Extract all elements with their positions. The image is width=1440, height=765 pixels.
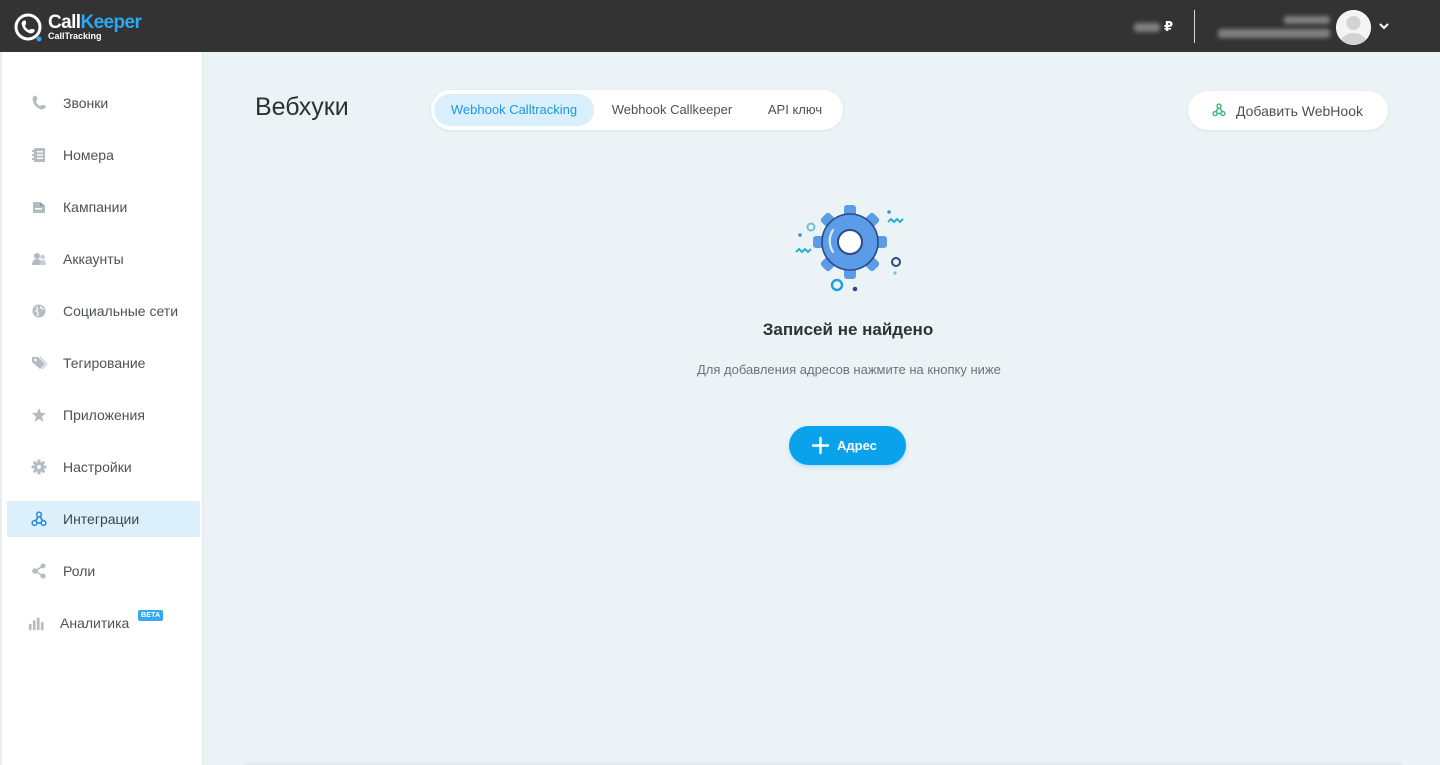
logo-keeper-text: Keeper bbox=[80, 12, 142, 33]
empty-state-title: Записей не найдено bbox=[762, 320, 934, 339]
accounts-icon bbox=[32, 253, 46, 265]
sidebar-item-label: Аналитика bbox=[60, 615, 130, 631]
sidebar-item-integrations[interactable]: Интеграции bbox=[7, 501, 200, 537]
globe-icon bbox=[32, 304, 46, 318]
sidebar-item-tagging[interactable]: Тегирование bbox=[7, 345, 200, 381]
sidebar-item-label: Номера bbox=[63, 147, 114, 163]
webhook-icon bbox=[1212, 103, 1226, 117]
sidebar-item-label: Интеграции bbox=[63, 511, 140, 527]
share-icon bbox=[32, 563, 46, 579]
empty-state-gear-illustration bbox=[795, 205, 904, 292]
tag-icon bbox=[32, 356, 47, 370]
page-title: Вебхуки bbox=[255, 93, 349, 121]
bar-chart-icon bbox=[28, 617, 44, 631]
user-info[interactable] bbox=[1212, 14, 1330, 42]
chevron-down-icon[interactable] bbox=[1379, 22, 1389, 30]
add-address-label: Адрес bbox=[837, 438, 877, 453]
add-webhook-button[interactable]: Добавить WebHook bbox=[1188, 91, 1388, 130]
sidebar-item-apps[interactable]: Приложения bbox=[7, 397, 200, 433]
sidebar-item-label: Настройки bbox=[63, 459, 132, 475]
user-avatar-icon bbox=[1336, 10, 1371, 45]
bottom-shadow bbox=[243, 760, 1403, 765]
logo-subtitle: CallTracking bbox=[48, 31, 102, 41]
balance-currency: ₽ bbox=[1164, 19, 1174, 34]
sidebar-item-calls[interactable]: Звонки bbox=[7, 85, 200, 121]
top-bar: CallKeeper CallTracking ₽ bbox=[0, 0, 1440, 52]
sidebar-item-label: Кампании bbox=[63, 199, 128, 215]
main-content: Вебхуки Webhook Calltracking Webhook Cal… bbox=[203, 52, 1440, 765]
tab-webhook-calltracking[interactable]: Webhook Calltracking bbox=[434, 94, 594, 126]
sidebar: Звонки Номера Кампании Аккаунты Социальн… bbox=[0, 52, 203, 765]
sidebar-item-accounts[interactable]: Аккаунты bbox=[7, 241, 200, 277]
sidebar-item-label: Звонки bbox=[63, 95, 109, 111]
user-email-blurred bbox=[1218, 29, 1330, 38]
sidebar-item-label: Приложения bbox=[63, 407, 145, 423]
sidebar-item-analytics[interactable]: Аналитика BETA bbox=[7, 605, 200, 641]
sidebar-item-label: Тегирование bbox=[63, 355, 146, 371]
sidebar-item-social[interactable]: Социальные сети bbox=[7, 293, 200, 329]
sidebar-item-label: Аккаунты bbox=[63, 251, 124, 267]
sidebar-item-settings[interactable]: Настройки bbox=[7, 449, 200, 485]
sidebar-item-roles[interactable]: Роли bbox=[7, 553, 200, 589]
phone-logo-icon bbox=[14, 13, 42, 42]
star-icon bbox=[32, 408, 46, 422]
avatar[interactable] bbox=[1336, 10, 1371, 45]
sidebar-item-campaigns[interactable]: Кампании bbox=[7, 189, 200, 225]
tab-webhook-callkeeper[interactable]: Webhook Callkeeper bbox=[601, 94, 743, 126]
add-webhook-label: Добавить WebHook bbox=[1236, 103, 1363, 119]
balance[interactable]: ₽ bbox=[1134, 18, 1173, 36]
callkeeper-logo[interactable]: CallKeeper CallTracking bbox=[14, 9, 154, 45]
header-divider bbox=[1194, 10, 1195, 43]
sidebar-item-label: Социальные сети bbox=[63, 303, 179, 319]
webhook-tabs: Webhook Calltracking Webhook Callkeeper … bbox=[431, 90, 843, 130]
tab-api-key[interactable]: API ключ bbox=[753, 94, 837, 126]
gear-icon bbox=[31, 459, 47, 475]
plus-icon bbox=[811, 436, 830, 455]
add-address-button[interactable]: Адрес bbox=[789, 426, 906, 465]
numbers-icon bbox=[32, 148, 45, 162]
webhook-icon bbox=[31, 511, 47, 527]
campaigns-icon bbox=[33, 202, 45, 213]
logo-call-text: Call bbox=[48, 12, 81, 33]
phone-icon bbox=[32, 95, 46, 110]
empty-state-description: Для добавления адресов нажмите на кнопку… bbox=[697, 362, 1001, 377]
beta-badge: BETA bbox=[138, 610, 164, 621]
sidebar-item-label: Роли bbox=[63, 563, 96, 579]
balance-amount-blurred bbox=[1134, 22, 1160, 32]
sidebar-item-numbers[interactable]: Номера bbox=[7, 137, 200, 173]
user-name-blurred bbox=[1284, 16, 1330, 24]
